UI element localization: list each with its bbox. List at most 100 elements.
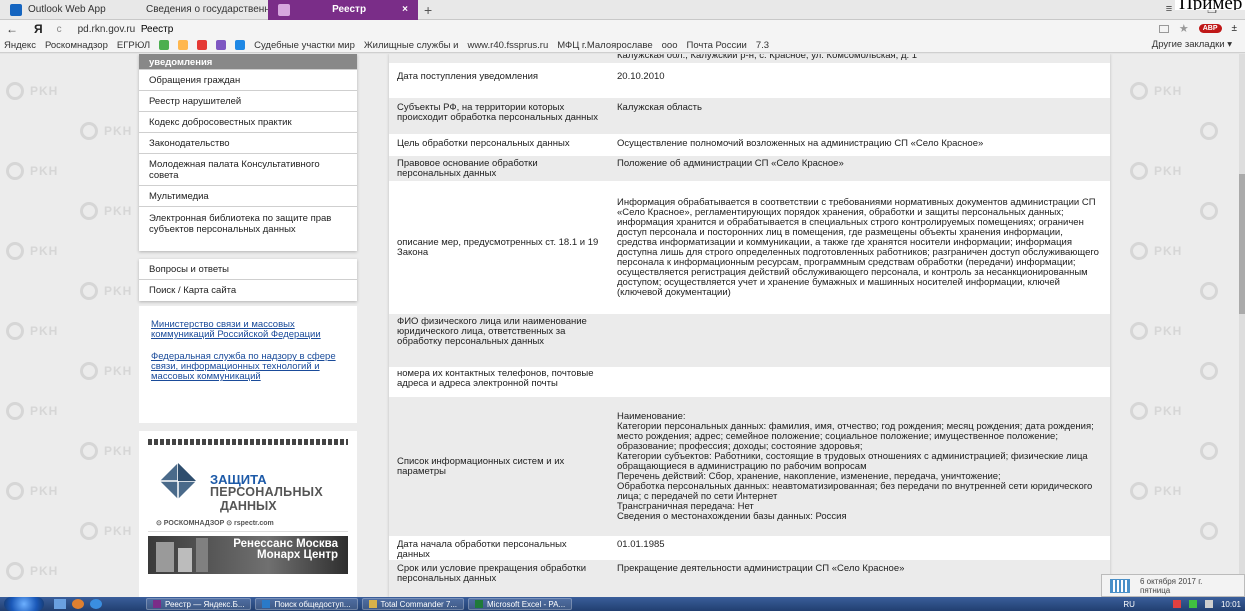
- url-page-title: Реестр: [140, 23, 174, 35]
- browser-tab-bar: Outlook Web App Сведения о государственн…: [0, 0, 1245, 20]
- bookmark-73[interactable]: 7.3: [756, 40, 769, 51]
- sidebar-item-code[interactable]: Кодекс добросовестных практик: [139, 112, 357, 133]
- row-label: Срок или условие прекращения обработки п…: [397, 563, 587, 584]
- watermark-icon: [80, 362, 98, 380]
- taskbar-label: Total Commander 7...: [380, 599, 458, 609]
- media-icon[interactable]: [72, 599, 84, 609]
- sidebar-item-sitemap[interactable]: Поиск / Карта сайта: [139, 280, 357, 301]
- table-row: Цель обработки персональных данных Осуще…: [389, 134, 1110, 156]
- bookmark-rkn[interactable]: Роскомнадзор: [45, 40, 108, 51]
- hotel-ad-banner[interactable]: Ренессанс Москва Монарх Центр: [148, 536, 348, 574]
- table-row: ФИО физического лица или наименование юр…: [389, 314, 1110, 367]
- app-icon: [262, 600, 271, 608]
- row-label: Дата начала обработки персональных данны…: [397, 539, 567, 560]
- language-indicator[interactable]: RU: [1123, 600, 1135, 609]
- sidebar-item-multimedia[interactable]: Мультимедиа: [139, 186, 357, 207]
- watermark-icon: [80, 202, 98, 220]
- tray-icon[interactable]: [1188, 600, 1197, 608]
- sidebar-links: Министерство связи и массовых коммуникац…: [139, 306, 357, 423]
- banner-title-3: ДАННЫХ: [220, 499, 277, 513]
- tray-icon[interactable]: [1172, 600, 1181, 608]
- pd-protection-banner[interactable]: ЗАЩИТА ПЕРСОНАЛЬНЫХ ДАННЫХ ⊙ РОСКОМНАДЗО…: [148, 439, 348, 532]
- sidebar-item-faq[interactable]: Вопросы и ответы: [139, 259, 357, 280]
- yandex-logo-icon[interactable]: Я: [34, 22, 43, 36]
- taskbar-item-excel[interactable]: Microsoft Excel - РА...: [468, 598, 573, 610]
- watermark-icon: [1200, 362, 1218, 380]
- new-tab-button[interactable]: +: [418, 0, 438, 20]
- sidebar-item-library[interactable]: Электронная библиотека по защите прав су…: [139, 207, 357, 251]
- watermark-icon: [1130, 82, 1148, 100]
- bookmark-icon[interactable]: [235, 40, 246, 50]
- row-label: номера их контактных телефонов, почтовые…: [397, 368, 594, 389]
- page-scrollbar[interactable]: [1239, 54, 1245, 597]
- adblock-icon[interactable]: ABP: [1198, 24, 1222, 33]
- bookmark-icon[interactable]: [159, 40, 170, 50]
- bookmark-courts[interactable]: Судебные участки мир: [254, 40, 355, 51]
- table-row: Дата поступления уведомления 20.10.2010: [389, 63, 1110, 98]
- watermark-text: PKH: [104, 204, 133, 218]
- watermark-icon: [1130, 162, 1148, 180]
- start-button[interactable]: [4, 597, 44, 611]
- close-icon[interactable]: ×: [402, 4, 408, 15]
- watermark-icon: [1200, 282, 1218, 300]
- row-value: Прекращение деятельности администрации С…: [617, 563, 905, 574]
- app-icon: [368, 600, 377, 608]
- taskbar-label: Реестр — Яндекс.Б...: [165, 599, 245, 609]
- table-row: Список информационных систем и их параме…: [389, 397, 1110, 536]
- table-row: описание мер, предусмотренных ст. 18.1 и…: [389, 181, 1110, 314]
- watermark-icon: [1130, 242, 1148, 260]
- tab-registry[interactable]: Реестр ×: [268, 0, 418, 20]
- registry-record-table: Калужская обл., Калужский р-н, с. Красно…: [389, 54, 1110, 597]
- clock[interactable]: 10:01: [1221, 600, 1241, 609]
- link-rkn[interactable]: Федеральная служба по надзору в сфере св…: [151, 352, 345, 382]
- sidebar-item-legislation[interactable]: Законодательство: [139, 133, 357, 154]
- network-icon[interactable]: [1204, 600, 1213, 608]
- tab-outlook[interactable]: Outlook Web App: [0, 0, 130, 20]
- other-bookmarks[interactable]: Другие закладки ▾: [1145, 39, 1232, 50]
- back-button[interactable]: ←: [6, 22, 18, 36]
- watermark-text: PKH: [30, 484, 59, 498]
- sidebar-banners: ЗАЩИТА ПЕРСОНАЛЬНЫХ ДАННЫХ ⊙ РОСКОМНАДЗО…: [139, 431, 357, 597]
- watermark-icon: [1200, 202, 1218, 220]
- watermark-text: PKH: [1154, 244, 1183, 258]
- ie-icon[interactable]: [90, 599, 102, 609]
- sidebar-item-appeals[interactable]: Обращения граждан: [139, 70, 357, 91]
- tab-gov-info[interactable]: Сведения о государственн: [130, 0, 268, 20]
- bookmark-icon[interactable]: [197, 40, 208, 50]
- link-mincomsvyaz[interactable]: Министерство связи и массовых коммуникац…: [151, 320, 345, 340]
- bookmark-fssp[interactable]: www.r40.fssprus.ru: [467, 40, 548, 51]
- sidebar-item-notifications[interactable]: уведомления: [139, 54, 357, 70]
- row-value: [609, 314, 1110, 367]
- taskbar-item-totalcmd[interactable]: Total Commander 7...: [361, 598, 465, 610]
- bookmark-icon[interactable]: [216, 40, 227, 50]
- taskbar-item-browser[interactable]: Реестр — Яндекс.Б...: [146, 598, 252, 610]
- bookmark-yandex[interactable]: Яндекс: [4, 40, 36, 51]
- rkn-icon: [278, 3, 290, 16]
- watermark-text: PKH: [1154, 404, 1183, 418]
- sidebar-item-youth-chamber[interactable]: Молодежная палата Консультативного совет…: [139, 154, 357, 186]
- reload-icon[interactable]: c: [57, 24, 62, 35]
- watermark-icon: [1200, 122, 1218, 140]
- bookmark-icon[interactable]: [178, 40, 189, 50]
- taskbar-item-search[interactable]: Поиск общедоступ...: [255, 598, 358, 610]
- download-icon[interactable]: ±: [1232, 23, 1238, 34]
- banner-title-2: ПЕРСОНАЛЬНЫХ: [210, 485, 323, 499]
- scrollbar-thumb[interactable]: [1239, 174, 1245, 314]
- table-row: Срок или условие прекращения обработки п…: [389, 560, 1110, 597]
- bookmark-post[interactable]: Почта России: [686, 40, 746, 51]
- bookmark-ooo[interactable]: ооо: [662, 40, 678, 51]
- menu-icon[interactable]: ≡: [1166, 3, 1172, 16]
- sidebar-item-violators[interactable]: Реестр нарушителей: [139, 91, 357, 112]
- bookmark-housing[interactable]: Жилищные службы и: [364, 40, 459, 51]
- sidebar-menu-main: уведомления Обращения граждан Реестр нар…: [139, 54, 357, 251]
- watermark-text: PKH: [30, 324, 59, 338]
- bookmark-egrul[interactable]: ЕГРЮЛ: [117, 40, 150, 51]
- bookmark-mfc[interactable]: МФЦ г.Малоярославе: [557, 40, 652, 51]
- url-field[interactable]: pd.rkn.gov.ru Реестр: [78, 24, 174, 35]
- row-label: ФИО физического лица или наименование юр…: [397, 316, 587, 347]
- address-bar: ← Я c pd.rkn.gov.ru Реестр ★ ABP ±: [0, 20, 1245, 38]
- star-icon[interactable]: ★: [1179, 22, 1189, 35]
- explorer-icon[interactable]: [54, 599, 66, 609]
- reader-icon[interactable]: [1158, 24, 1169, 33]
- watermark-text: PKH: [104, 364, 133, 378]
